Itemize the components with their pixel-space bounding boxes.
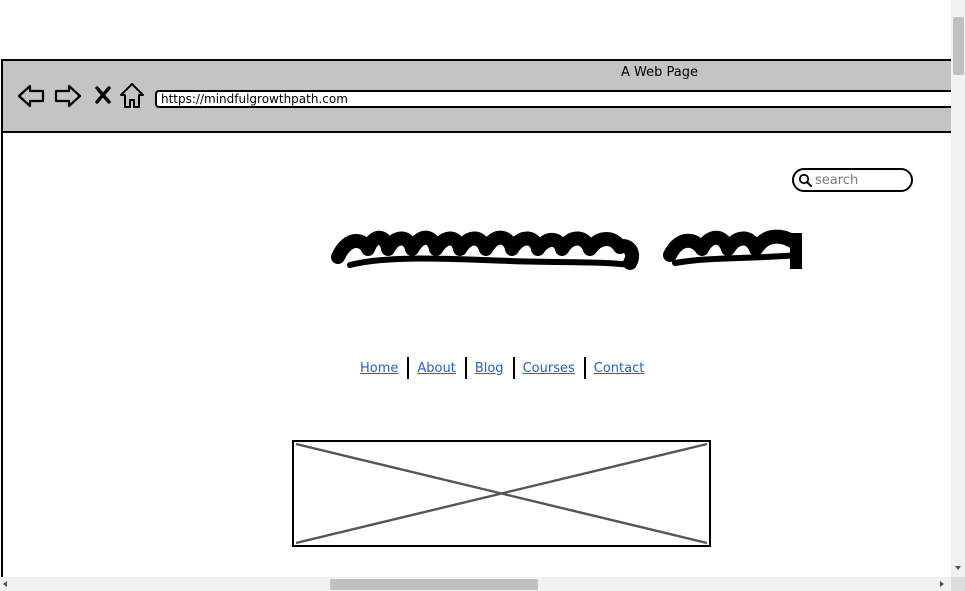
vertical-scroll-thumb[interactable] (953, 17, 964, 75)
forward-arrow-icon[interactable] (54, 83, 82, 109)
horizontal-scroll-thumb[interactable] (330, 579, 538, 590)
nav-link-courses[interactable]: Courses (523, 361, 575, 376)
search-box[interactable]: search (792, 168, 913, 192)
main-nav: Home About Blog Courses Contact (0, 357, 965, 379)
nav-separator (464, 357, 467, 379)
nav-separator (512, 357, 515, 379)
nav-separator (583, 357, 586, 379)
scribbled-logo (331, 229, 802, 270)
nav-link-contact[interactable]: Contact (594, 361, 645, 376)
nav-link-about[interactable]: About (417, 361, 455, 376)
close-x-icon[interactable] (94, 85, 112, 105)
nav-link-home[interactable]: Home (360, 361, 398, 376)
window-title: A Web Page (621, 65, 698, 80)
scrollbar-corner (951, 577, 965, 591)
search-placeholder: search (815, 172, 859, 188)
scroll-right-arrow-icon[interactable] (940, 581, 944, 587)
url-bar[interactable]: https://mindfulgrowthpath.com (155, 90, 965, 108)
search-icon (798, 173, 812, 187)
image-placeholder (292, 440, 711, 547)
nav-separator (407, 357, 410, 379)
browser-chrome: A Web Page https://mindfulgrowthpath.com (3, 61, 965, 133)
scroll-down-arrow-icon[interactable] (955, 566, 961, 570)
scroll-left-arrow-icon[interactable] (3, 581, 7, 587)
nav-link-blog[interactable]: Blog (475, 361, 504, 376)
vertical-scrollbar[interactable] (951, 0, 965, 577)
page-canvas: A Web Page https://mindfulgrowthpath.com… (0, 0, 965, 591)
back-arrow-icon[interactable] (17, 83, 45, 109)
home-icon[interactable] (119, 82, 145, 110)
